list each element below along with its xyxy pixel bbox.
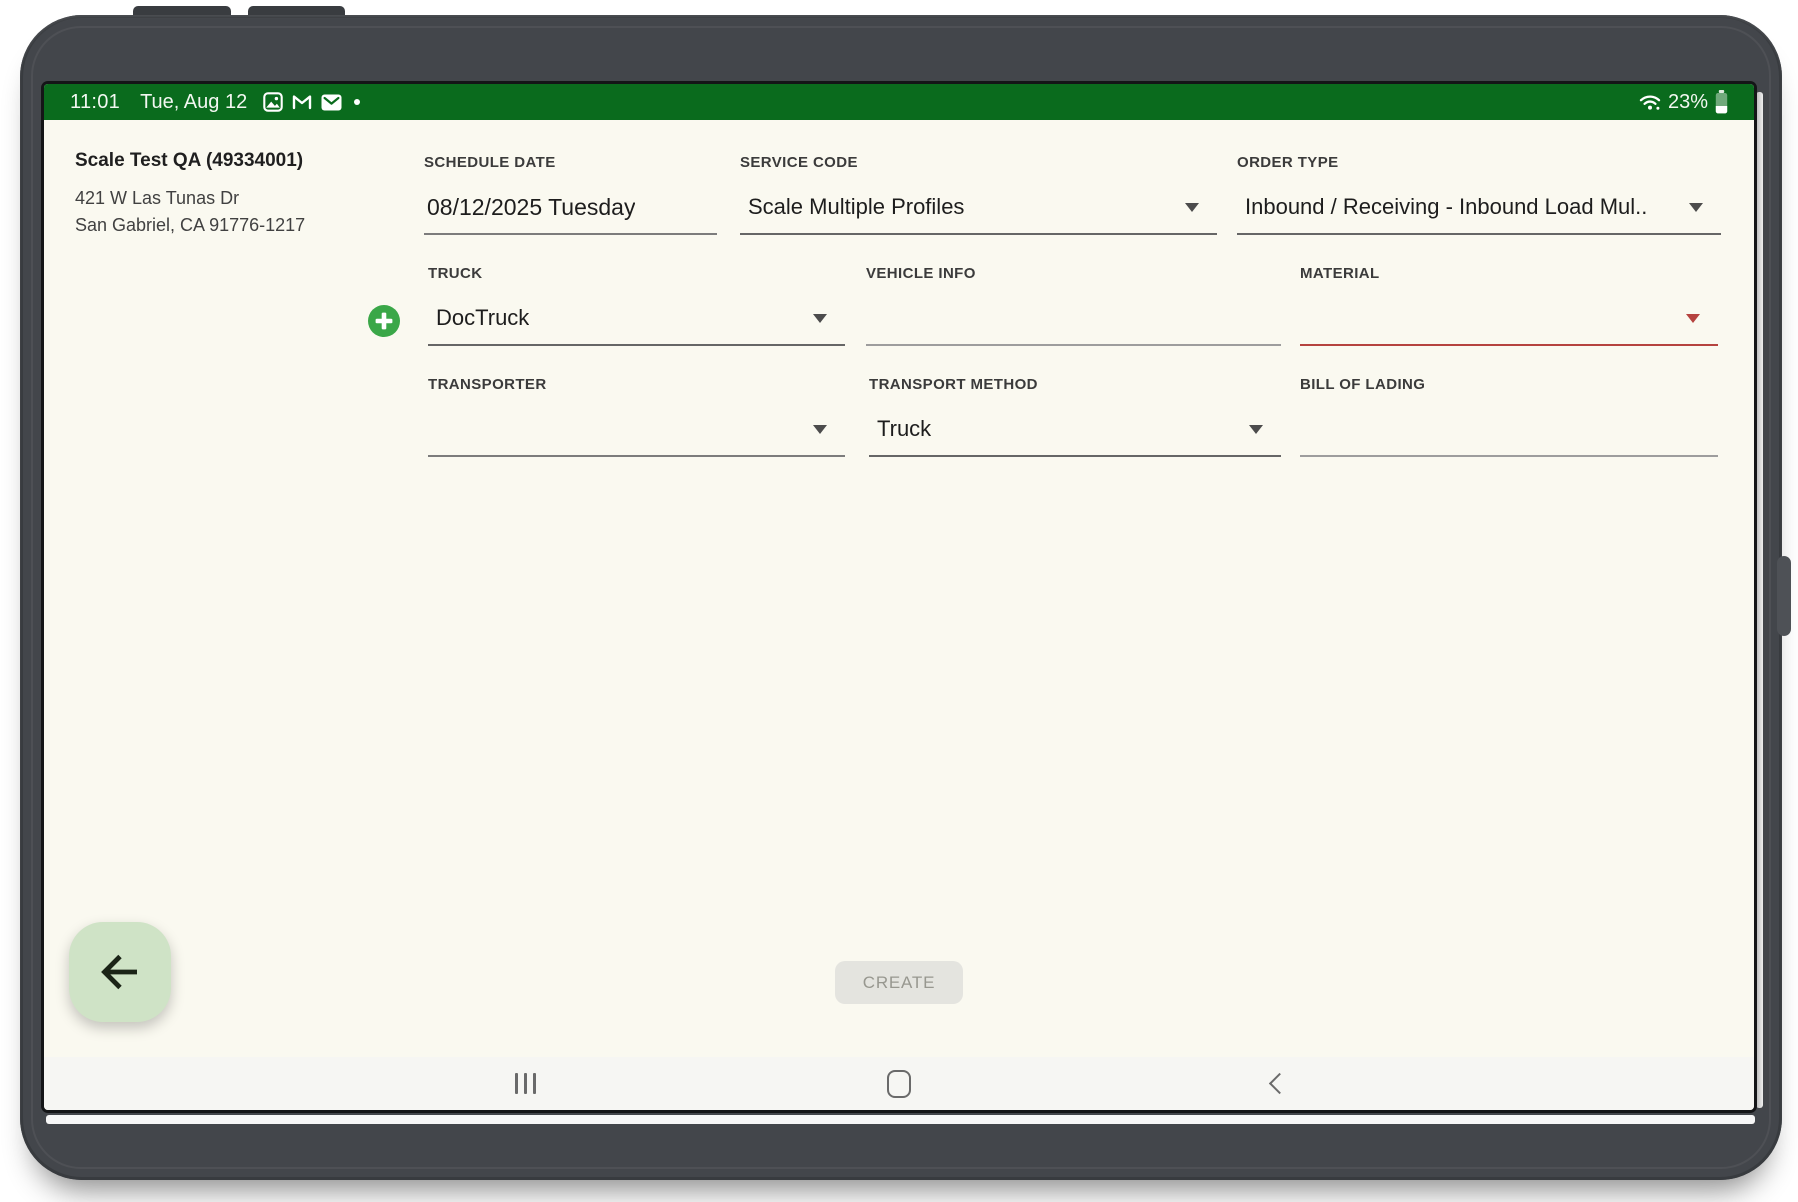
material-label: MATERIAL — [1300, 265, 1380, 282]
truck-label: TRUCK — [428, 265, 483, 282]
service-code-value: Scale Multiple Profiles — [748, 194, 965, 219]
schedule-date-value: 08/12/2025 Tuesday — [427, 193, 636, 220]
status-time: 11:01 — [70, 90, 121, 113]
order-type-label: ORDER TYPE — [1237, 154, 1339, 171]
back-arrow-icon — [101, 954, 137, 990]
chevron-down-icon — [1249, 425, 1263, 434]
screenshot-root: 11:01 Tue, Aug 12 23% Scale Test QA (493… — [0, 0, 1798, 1202]
gmail-icon — [293, 95, 312, 110]
screen-edge-highlight-right — [1756, 92, 1763, 1108]
vehicle-info-field: VEHICLE INFO — [866, 265, 1281, 346]
service-code-field: SERVICE CODE Scale Multiple Profiles — [740, 154, 1217, 235]
transport-method-label: TRANSPORT METHOD — [869, 376, 1038, 393]
notification-icons — [263, 92, 361, 112]
chevron-down-icon — [1185, 203, 1199, 212]
material-select[interactable] — [1300, 292, 1718, 346]
address-line2: San Gabriel, CA 91776-1217 — [75, 215, 306, 235]
create-button[interactable]: CREATE — [835, 961, 963, 1004]
transporter-field: TRANSPORTER — [428, 376, 845, 457]
order-type-value: Inbound / Receiving - Inbound Load Mul.. — [1245, 194, 1648, 219]
transporter-label: TRANSPORTER — [428, 376, 547, 393]
schedule-date-label: SCHEDULE DATE — [424, 154, 556, 171]
battery-icon — [1715, 90, 1728, 114]
battery-percent: 23% — [1667, 90, 1708, 113]
transporter-select[interactable] — [428, 403, 845, 457]
home-icon — [887, 1069, 911, 1098]
recents-icon — [514, 1073, 518, 1094]
transport-method-value: Truck — [877, 416, 932, 441]
notification-dot — [354, 99, 361, 105]
android-status-bar: 11:01 Tue, Aug 12 23% — [44, 84, 1754, 120]
chevron-down-icon — [813, 314, 827, 323]
add-circle-icon — [368, 305, 400, 337]
nav-back-button[interactable] — [1246, 1057, 1306, 1110]
bill-of-lading-field: BILL OF LADING — [1300, 376, 1718, 457]
home-button[interactable] — [869, 1057, 929, 1110]
tablet-side-button — [1777, 556, 1791, 636]
wifi-icon — [1639, 95, 1661, 110]
add-truck-button[interactable] — [368, 305, 400, 337]
chevron-down-icon — [813, 425, 827, 434]
vehicle-info-input[interactable] — [866, 292, 1281, 346]
transport-method-field: TRANSPORT METHOD Truck — [869, 376, 1281, 457]
schedule-date-field: SCHEDULE DATE 08/12/2025 Tuesday — [424, 154, 717, 235]
back-button[interactable] — [69, 922, 171, 1022]
address-line1: 421 W Las Tunas Dr — [75, 188, 240, 208]
schedule-date-input[interactable]: 08/12/2025 Tuesday — [424, 181, 717, 235]
truck-select[interactable]: DocTruck — [428, 292, 845, 346]
order-type-field: ORDER TYPE Inbound / Receiving - Inbound… — [1237, 154, 1721, 235]
status-date: Tue, Aug 12 — [140, 90, 248, 113]
screen-edge-highlight-bottom — [46, 1115, 1755, 1124]
recents-button[interactable] — [495, 1057, 555, 1110]
transport-method-select[interactable]: Truck — [869, 403, 1281, 457]
order-form-page: Scale Test QA (49334001) 421 W Las Tunas… — [44, 120, 1754, 1057]
service-code-select[interactable]: Scale Multiple Profiles — [740, 181, 1217, 235]
bill-of-lading-label: BILL OF LADING — [1300, 376, 1426, 393]
vehicle-info-label: VEHICLE INFO — [866, 265, 976, 282]
photos-icon — [263, 92, 283, 112]
bill-of-lading-input[interactable] — [1300, 403, 1718, 457]
chevron-down-icon — [1686, 314, 1700, 323]
service-code-label: SERVICE CODE — [740, 154, 858, 171]
android-nav-bar — [44, 1057, 1754, 1110]
account-info-block: Scale Test QA (49334001) 421 W Las Tunas… — [75, 150, 305, 239]
tablet-screen: 11:01 Tue, Aug 12 23% Scale Test QA (493… — [44, 84, 1754, 1110]
truck-value: DocTruck — [436, 305, 530, 330]
material-field: MATERIAL — [1300, 265, 1718, 346]
account-name: Scale Test QA (49334001) — [75, 150, 304, 171]
email-icon — [321, 94, 342, 110]
truck-field: TRUCK DocTruck — [428, 265, 845, 346]
account-address: 421 W Las Tunas Dr San Gabriel, CA 91776… — [75, 185, 305, 239]
status-right-group: 23% — [1639, 90, 1728, 114]
order-type-select[interactable]: Inbound / Receiving - Inbound Load Mul.. — [1237, 181, 1721, 235]
chevron-down-icon — [1689, 203, 1703, 212]
back-icon — [1268, 1072, 1290, 1095]
